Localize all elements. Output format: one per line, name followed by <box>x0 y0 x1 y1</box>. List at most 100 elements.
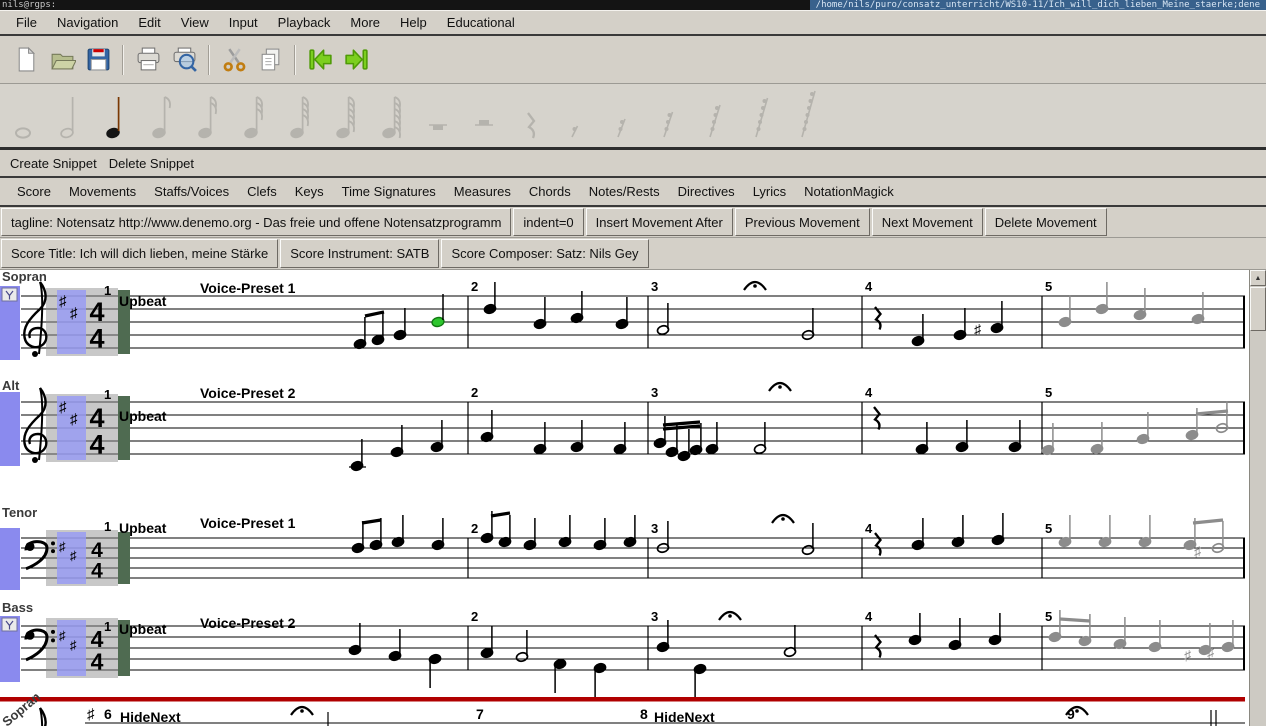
menu-help[interactable]: Help <box>390 12 437 33</box>
note[interactable] <box>694 664 707 698</box>
key-signature-sharp[interactable]: ♯ <box>59 399 67 416</box>
print-button[interactable] <box>130 41 166 79</box>
objmenu-directives[interactable]: Directives <box>669 181 744 202</box>
scroll-up-button[interactable]: ▲ <box>1250 270 1266 286</box>
note[interactable] <box>524 518 537 550</box>
duration-16th-rest-button[interactable] <box>602 85 642 143</box>
snippet-create-snippet[interactable]: Create Snippet <box>10 153 109 174</box>
go-last-button[interactable] <box>338 41 374 79</box>
key-signature-sharp[interactable]: ♯ <box>59 539 66 554</box>
duration-32nd-rest-button[interactable] <box>648 85 688 143</box>
duration-eighth-button[interactable] <box>142 85 182 143</box>
duration-whole-button[interactable] <box>4 85 44 143</box>
snippet-delete-snippet[interactable]: Delete Snippet <box>109 153 206 174</box>
note[interactable] <box>392 515 405 547</box>
objmenu-staffs-voices[interactable]: Staffs/Voices <box>145 181 238 202</box>
button-delete-movement[interactable]: Delete Movement <box>985 208 1107 236</box>
note[interactable] <box>1059 295 1072 327</box>
button-previous-movement[interactable]: Previous Movement <box>735 208 870 236</box>
duration-128th-button[interactable] <box>326 85 366 143</box>
objmenu-notationmagick[interactable]: NotationMagick <box>795 181 903 202</box>
voice-preset-directive[interactable]: Voice-Preset 2 <box>200 615 296 631</box>
staff-directive-icon[interactable] <box>2 288 17 301</box>
note[interactable] <box>516 630 529 662</box>
note[interactable] <box>989 613 1002 645</box>
new-button[interactable] <box>8 41 44 79</box>
upbeat-directive[interactable]: Upbeat <box>119 520 167 536</box>
objmenu-keys[interactable]: Keys <box>286 181 333 202</box>
note[interactable] <box>912 314 925 346</box>
objmenu-lyrics[interactable]: Lyrics <box>744 181 795 202</box>
menu-navigation[interactable]: Navigation <box>47 12 128 33</box>
note[interactable] <box>614 422 627 454</box>
button-indent-0[interactable]: indent=0 <box>513 208 583 236</box>
staff-label[interactable]: Tenor <box>2 505 37 520</box>
note[interactable] <box>678 429 691 461</box>
cut-button[interactable] <box>216 41 252 79</box>
scrollbar-thumb[interactable] <box>1250 287 1266 331</box>
menu-playback[interactable]: Playback <box>268 12 341 33</box>
objmenu-score[interactable]: Score <box>8 181 60 202</box>
fermata[interactable] <box>719 612 741 620</box>
objmenu-movements[interactable]: Movements <box>60 181 145 202</box>
time-signature-numerator[interactable]: 4 <box>89 403 104 433</box>
button-score-composer-satz-nils-gey[interactable]: Score Composer: Satz: Nils Gey <box>441 239 648 268</box>
time-signature-denominator[interactable]: 4 <box>91 649 104 675</box>
note[interactable] <box>559 515 572 547</box>
note[interactable] <box>351 439 364 471</box>
note[interactable] <box>802 523 815 555</box>
duration-half-button[interactable] <box>50 85 90 143</box>
menu-more[interactable]: More <box>340 12 390 33</box>
note[interactable] <box>372 313 385 345</box>
note[interactable] <box>784 625 797 657</box>
note[interactable] <box>657 521 670 553</box>
note[interactable] <box>654 416 667 448</box>
button-tagline-notensatz-http-www-denemo-org-da[interactable]: tagline: Notensatz http://www.denemo.org… <box>1 208 511 236</box>
staff-label[interactable]: Bass <box>2 600 33 615</box>
note[interactable] <box>431 420 444 452</box>
voice-preset-directive[interactable]: Voice-Preset 1 <box>200 515 296 531</box>
voice-preset-directive[interactable]: Voice-Preset 2 <box>200 385 296 401</box>
duration-128th-rest-button[interactable] <box>740 85 780 143</box>
note[interactable] <box>991 301 1004 333</box>
note[interactable] <box>1222 620 1235 652</box>
upbeat-directive[interactable]: Upbeat <box>119 621 167 637</box>
note[interactable] <box>657 303 670 335</box>
note[interactable] <box>594 663 607 697</box>
note[interactable] <box>754 422 767 454</box>
note[interactable] <box>657 620 670 652</box>
upbeat-bar[interactable] <box>118 532 130 584</box>
upbeat-bar[interactable] <box>118 396 130 460</box>
time-signature-denominator[interactable]: 4 <box>91 560 103 583</box>
quarter-rest-glyph[interactable] <box>875 307 881 330</box>
note[interactable] <box>616 297 629 329</box>
fermata[interactable] <box>291 707 313 715</box>
note[interactable] <box>484 282 497 314</box>
score-canvas[interactable]: Sopran♯♯441UpbeatVoice-Preset 12345♯Alt♯… <box>0 270 1266 726</box>
duration-64th-button[interactable] <box>280 85 320 143</box>
save-button[interactable] <box>80 41 116 79</box>
key-signature-sharp[interactable]: ♯ <box>70 305 78 322</box>
upbeat-directive[interactable]: Upbeat <box>119 293 167 309</box>
note[interactable] <box>389 629 402 661</box>
vertical-scrollbar[interactable]: ▲ <box>1249 270 1266 726</box>
voice-preset-directive[interactable]: Voice-Preset 1 <box>200 280 296 296</box>
key-signature-sharp[interactable]: ♯ <box>70 548 77 563</box>
menu-view[interactable]: View <box>171 12 219 33</box>
note[interactable] <box>394 308 407 340</box>
fermata[interactable] <box>772 515 794 523</box>
quarter-rest-glyph[interactable] <box>874 407 880 430</box>
note[interactable] <box>1149 620 1162 652</box>
duration-64th-rest-button[interactable] <box>694 85 734 143</box>
hidenext-directive[interactable]: HideNext <box>120 709 181 725</box>
note[interactable] <box>481 626 494 658</box>
duration-32nd-button[interactable] <box>234 85 274 143</box>
staff-side-box[interactable] <box>0 392 20 466</box>
note[interactable] <box>909 613 922 645</box>
note[interactable] <box>916 422 929 454</box>
note[interactable] <box>956 420 969 452</box>
note[interactable] <box>1099 515 1112 547</box>
upbeat-directive[interactable]: Upbeat <box>119 408 167 424</box>
note[interactable] <box>1192 292 1205 324</box>
note[interactable] <box>1134 288 1147 320</box>
